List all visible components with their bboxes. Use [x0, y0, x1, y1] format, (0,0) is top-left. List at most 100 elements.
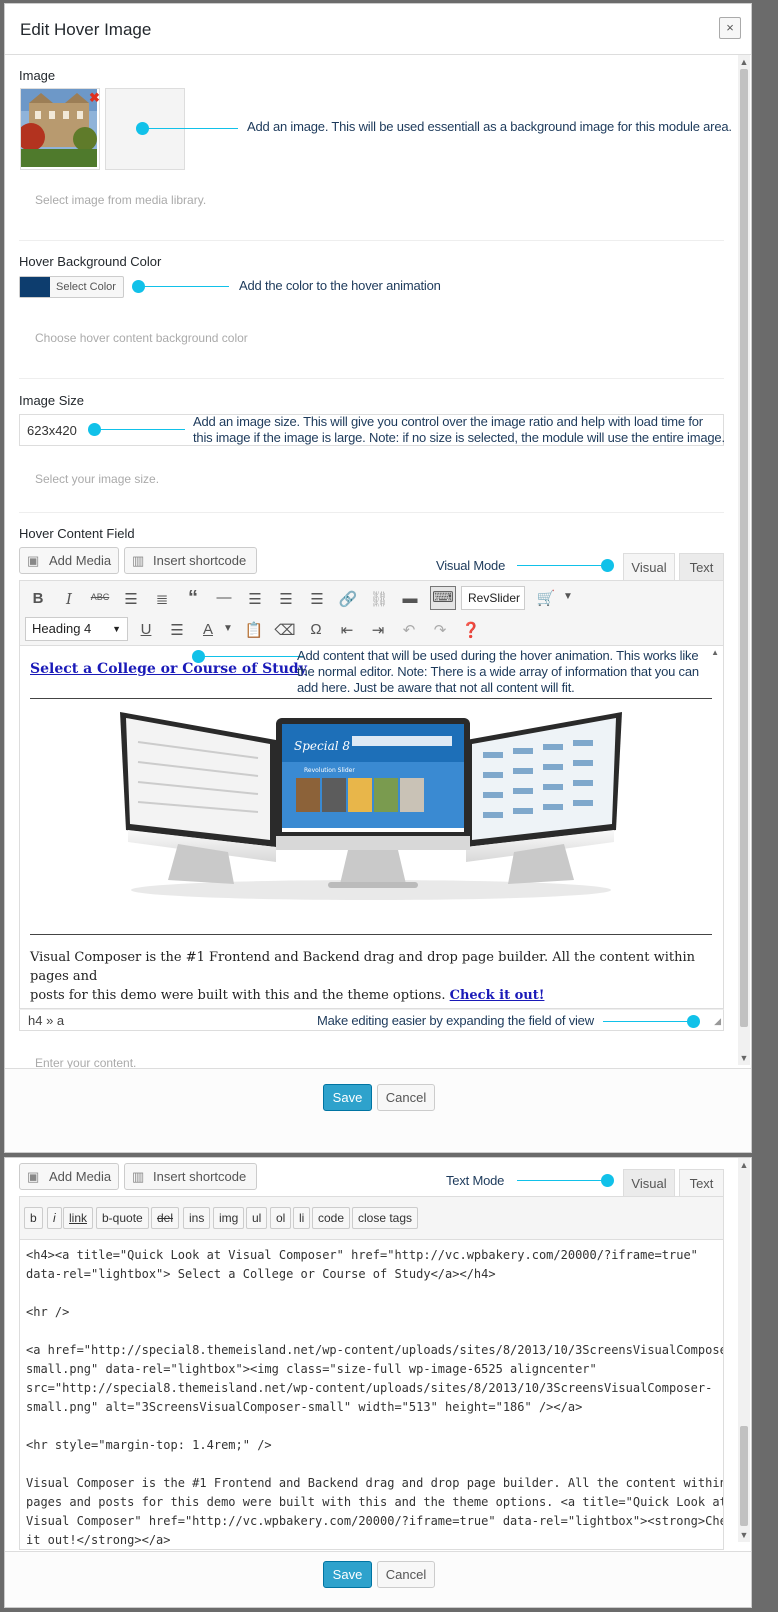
- qt-link-button[interactable]: link: [63, 1207, 94, 1229]
- heading-link[interactable]: Select a College or Course of Study: [30, 661, 307, 677]
- editor-scroll-up-icon[interactable]: ▲: [711, 648, 719, 657]
- annotation-line: [517, 1180, 602, 1181]
- scroll-up-icon[interactable]: ▲: [738, 1160, 750, 1170]
- visual-mode-annotation: Visual Mode: [436, 558, 506, 573]
- insert-shortcode-button[interactable]: ▥ Insert shortcode: [124, 1163, 257, 1190]
- qt-ul-button[interactable]: ul: [246, 1207, 268, 1229]
- media-icon: ▣: [27, 553, 40, 568]
- qt-code-button[interactable]: code: [312, 1207, 351, 1229]
- align-right-icon[interactable]: ☰: [305, 590, 329, 608]
- cancel-button[interactable]: Cancel: [377, 1561, 435, 1588]
- chevron-down-icon: ▼: [112, 624, 121, 634]
- save-button[interactable]: Save: [323, 1084, 372, 1111]
- justify-icon[interactable]: ☰: [165, 621, 189, 639]
- insert-shortcode-button[interactable]: ▥ Insert shortcode: [124, 547, 257, 574]
- qt-ol-button[interactable]: ol: [270, 1207, 292, 1229]
- code-line: small.png" alt="3ScreensVisualComposer-s…: [26, 1400, 583, 1414]
- remove-image-icon[interactable]: ✖: [89, 90, 100, 106]
- read-more-icon[interactable]: ▬: [398, 590, 422, 607]
- clear-formatting-icon[interactable]: ⌫: [273, 621, 297, 639]
- insert-link-icon[interactable]: 🔗: [336, 590, 360, 608]
- image-thumbnail[interactable]: [17, 88, 100, 170]
- heading-link-text[interactable]: Select a College or Course of Study: [30, 661, 307, 677]
- select-color-label: Select Color: [56, 281, 116, 293]
- format-select[interactable]: Heading 4 ▼: [25, 617, 128, 641]
- undo-icon[interactable]: ↶: [397, 621, 421, 639]
- text-mode-dialog: ▲ ▼ ▣ Add Media ▥ Insert shortcode Text …: [4, 1157, 752, 1608]
- revslider-button[interactable]: RevSlider: [461, 586, 525, 610]
- help-icon[interactable]: ❓: [459, 621, 483, 639]
- paste-text-icon[interactable]: 📋: [242, 621, 266, 639]
- indent-icon[interactable]: ⇥: [366, 621, 390, 639]
- tab-text[interactable]: Text: [679, 1169, 724, 1197]
- scroll-down-icon[interactable]: ▼: [738, 1530, 750, 1540]
- save-button[interactable]: Save: [323, 1561, 372, 1588]
- visual-editor[interactable]: ▲ Select a College or Course of Study Ad…: [19, 646, 724, 1009]
- align-center-icon[interactable]: ☰: [274, 590, 298, 608]
- quicktags-toolbar: b i link b-quote del ins img ul ol li co…: [19, 1196, 724, 1240]
- screen-banner: Revolution Slider: [304, 767, 355, 774]
- toolbar-toggle-icon[interactable]: ⌨: [430, 586, 456, 610]
- separator: [19, 240, 724, 241]
- blockquote-icon[interactable]: “: [181, 587, 205, 610]
- numbered-list-icon[interactable]: ≣: [150, 590, 174, 608]
- dialog-scrollbar[interactable]: ▲ ▼: [738, 55, 750, 1065]
- underline-icon[interactable]: U: [134, 621, 158, 638]
- element-path[interactable]: h4 » a: [28, 1013, 64, 1028]
- close-button[interactable]: ×: [719, 17, 741, 39]
- add-media-button[interactable]: ▣ Add Media: [19, 547, 119, 574]
- bold-icon[interactable]: B: [26, 590, 50, 607]
- annotation-line: [204, 656, 304, 657]
- content-annotation-line3: add here. Just be aware that not all con…: [297, 680, 575, 695]
- check-it-out-link[interactable]: Check it out!: [450, 988, 545, 1003]
- qt-italic-button[interactable]: i: [47, 1207, 62, 1229]
- add-media-button[interactable]: ▣ Add Media: [19, 1163, 119, 1190]
- dialog-scrollbar[interactable]: ▲ ▼: [738, 1158, 750, 1542]
- qt-ins-button[interactable]: ins: [183, 1207, 211, 1229]
- media-icon: ▣: [27, 1169, 40, 1184]
- body-paragraph: Visual Composer is the #1 Frontend and B…: [30, 948, 720, 1005]
- qt-bold-button[interactable]: b: [24, 1207, 43, 1229]
- horizontal-line-icon[interactable]: —: [212, 589, 236, 606]
- hover-bg-label: Hover Background Color: [19, 254, 162, 269]
- chevron-down-icon[interactable]: ▼: [556, 591, 580, 602]
- special-character-icon[interactable]: Ω: [304, 621, 328, 638]
- shortcode-icon: ▥: [132, 1169, 145, 1184]
- body-text-line2: posts for this demo were built with this…: [30, 988, 446, 1003]
- chevron-down-icon[interactable]: ▼: [216, 623, 240, 634]
- add-media-label: Add Media: [49, 1169, 112, 1184]
- expand-annotation: Make editing easier by expanding the fie…: [317, 1013, 594, 1028]
- outdent-icon[interactable]: ⇤: [335, 621, 359, 639]
- strikethrough-icon[interactable]: ABC: [88, 592, 112, 602]
- qt-del-button[interactable]: del: [151, 1207, 180, 1229]
- color-picker-button[interactable]: Select Color: [19, 276, 124, 298]
- qt-close-tags-button[interactable]: close tags: [352, 1207, 419, 1229]
- scroll-down-icon[interactable]: ▼: [738, 1053, 750, 1063]
- annotation-dot: [601, 1174, 614, 1187]
- resize-handle-icon[interactable]: ◢: [714, 1016, 721, 1027]
- scroll-thumb[interactable]: [740, 69, 748, 1027]
- code-line: small.png" data-rel="lightbox"><img clas…: [26, 1362, 597, 1376]
- scroll-up-icon[interactable]: ▲: [738, 57, 750, 67]
- tab-text[interactable]: Text: [679, 553, 724, 581]
- body-text-line1: Visual Composer is the #1 Frontend and B…: [30, 950, 696, 984]
- screen-title: Special 8: [294, 739, 350, 753]
- italic-icon[interactable]: I: [57, 590, 81, 608]
- text-editor-textarea[interactable]: <h4><a title="Quick Look at Visual Compo…: [19, 1240, 724, 1550]
- unlink-icon[interactable]: ⛓: [367, 590, 391, 608]
- scroll-thumb[interactable]: [740, 1426, 748, 1526]
- tab-visual[interactable]: Visual: [623, 1169, 675, 1197]
- bullet-list-icon[interactable]: ☰: [119, 590, 143, 608]
- qt-bquote-button[interactable]: b-quote: [96, 1207, 149, 1229]
- format-select-value: Heading 4: [32, 621, 92, 636]
- tab-visual[interactable]: Visual: [623, 553, 675, 581]
- redo-icon[interactable]: ↷: [428, 621, 452, 639]
- qt-img-button[interactable]: img: [213, 1207, 245, 1229]
- qt-li-button[interactable]: li: [293, 1207, 311, 1229]
- three-screens-image[interactable]: Special 8 Revolution Slider: [118, 712, 624, 902]
- horizontal-rule: [30, 698, 712, 699]
- align-left-icon[interactable]: ☰: [243, 590, 267, 608]
- cancel-button[interactable]: Cancel: [377, 1084, 435, 1111]
- cart-icon[interactable]: 🛒: [534, 589, 558, 607]
